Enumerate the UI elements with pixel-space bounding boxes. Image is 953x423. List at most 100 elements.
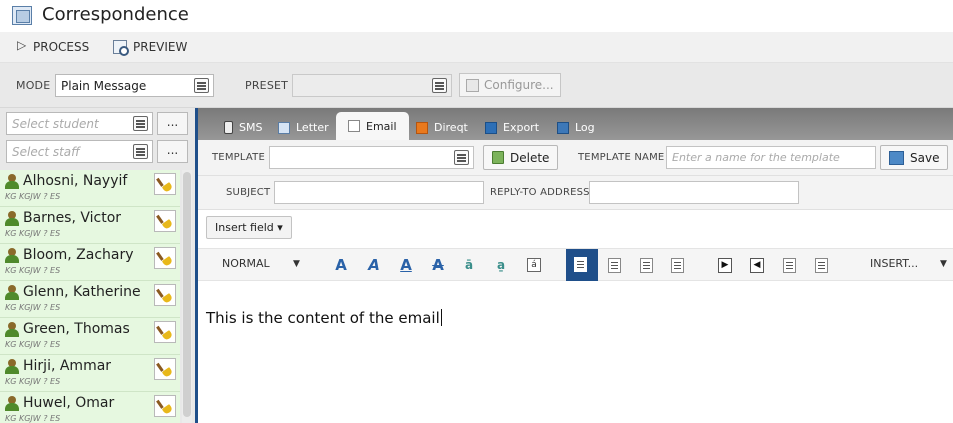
student-search-input[interactable]: Select student (6, 112, 153, 135)
insert-menu-select[interactable]: INSERT... (870, 257, 918, 270)
tab-letter[interactable]: Letter (272, 115, 335, 140)
staff-search-input[interactable]: Select staff (6, 140, 153, 163)
student-details: KG KGJW ? ES (5, 229, 61, 238)
student-search-placeholder: Select student (12, 117, 99, 131)
tab-label: SMS (239, 121, 263, 134)
paragraph-format-select[interactable]: NORMAL (222, 257, 270, 270)
student-row[interactable]: Hirji, Ammar KG KGJW ? ES (0, 355, 180, 392)
bulleted-list-icon[interactable] (783, 258, 796, 273)
delete-template-button[interactable]: Delete (483, 145, 559, 170)
student-name: Green, Thomas (23, 321, 130, 337)
remove-student-button[interactable] (154, 210, 176, 232)
trash-icon (492, 151, 504, 164)
preview-label: PREVIEW (133, 40, 188, 54)
student-row[interactable]: Alhosni, Nayyif KG KGJW ? ES (0, 170, 180, 207)
email-content: This is the content of the email (206, 309, 440, 327)
italic-icon[interactable]: A (365, 257, 383, 274)
phone-icon (224, 121, 233, 134)
template-row: TEMPLATE Delete TEMPLATE NAME Enter a na… (198, 140, 953, 176)
student-list: Alhosni, Nayyif KG KGJW ? ES Barnes, Vic… (0, 170, 180, 423)
preset-select[interactable] (292, 74, 452, 97)
tab-log[interactable]: Log (551, 115, 601, 140)
student-row[interactable]: Bloom, Zachary KG KGJW ? ES (0, 244, 180, 281)
remove-student-button[interactable] (154, 395, 176, 417)
superscript-icon[interactable]: ā (460, 257, 478, 274)
student-details: KG KGJW ? ES (5, 266, 61, 275)
student-row[interactable]: Barnes, Victor KG KGJW ? ES (0, 207, 180, 244)
email-body-editor[interactable]: This is the content of the email (198, 282, 953, 423)
mode-select[interactable]: Plain Message (55, 74, 214, 97)
strikethrough-icon[interactable]: A (429, 257, 447, 274)
chevron-down-icon[interactable]: ▼ (940, 259, 947, 269)
format-toolbar: NORMAL ▼ A A A A ā a̱ á ▶ ◀ INSERT... ▼ (198, 248, 953, 281)
tab-sms[interactable]: SMS (218, 115, 268, 140)
subject-input[interactable] (274, 181, 484, 204)
student-name: Barnes, Victor (23, 210, 122, 226)
log-icon (557, 121, 569, 134)
student-name: Bloom, Zachary (23, 247, 134, 263)
save-icon (889, 150, 904, 165)
action-toolbar: PROCESS PREVIEW (0, 32, 953, 63)
broom-icon (159, 177, 172, 192)
special-char-icon[interactable]: á (527, 258, 541, 272)
remove-student-button[interactable] (154, 247, 176, 269)
email-icon (348, 120, 360, 132)
student-list-scrollbar[interactable] (182, 170, 192, 423)
preview-button[interactable]: PREVIEW (113, 40, 188, 56)
numbered-list-icon[interactable] (815, 258, 828, 273)
align-right-icon[interactable] (640, 258, 653, 273)
staff-browse-button[interactable]: ... (157, 140, 188, 163)
scrollbar-thumb[interactable] (183, 172, 191, 417)
mode-label: MODE (16, 79, 51, 92)
person-icon (5, 285, 19, 300)
template-name-input[interactable]: Enter a name for the template (666, 146, 876, 169)
reply-to-input[interactable] (589, 181, 799, 204)
tab-email[interactable]: Email (336, 112, 409, 140)
recipient-panel: Select student ... Select staff ... Alho… (0, 108, 195, 423)
template-name-label: TEMPLATE NAME (578, 152, 665, 163)
template-select[interactable] (269, 146, 474, 169)
tab-direqt[interactable]: Direqt (410, 115, 474, 140)
bold-icon[interactable]: A (332, 257, 350, 274)
indent-icon[interactable]: ▶ (718, 258, 732, 273)
process-button[interactable]: PROCESS (17, 38, 89, 54)
save-label: Save (910, 150, 940, 165)
student-details: KG KGJW ? ES (5, 377, 61, 386)
configure-label: Configure... (484, 78, 554, 92)
email-editor-panel: SMS Letter Email Direqt Export Log TEMPL… (198, 108, 953, 423)
person-icon (5, 211, 19, 226)
tab-label: Direqt (434, 121, 468, 134)
page-title: Correspondence (42, 4, 189, 25)
align-left-button[interactable] (566, 249, 598, 281)
tab-label: Export (503, 121, 540, 134)
direqt-icon (416, 121, 428, 134)
remove-student-button[interactable] (154, 321, 176, 343)
student-row[interactable]: Glenn, Katherine KG KGJW ? ES (0, 281, 180, 318)
save-template-button[interactable]: Save (880, 145, 949, 170)
configure-button[interactable]: Configure... (459, 73, 561, 97)
person-icon (5, 359, 19, 374)
preview-icon (113, 40, 129, 56)
remove-student-button[interactable] (154, 358, 176, 380)
list-icon (133, 116, 148, 131)
student-row[interactable]: Huwel, Omar KG KGJW ? ES (0, 392, 180, 423)
person-icon (5, 396, 19, 411)
subscript-icon[interactable]: a̱ (492, 257, 510, 274)
underline-icon[interactable]: A (397, 257, 415, 274)
remove-student-button[interactable] (154, 284, 176, 306)
chevron-down-icon[interactable]: ▼ (293, 259, 300, 269)
student-name: Hirji, Ammar (23, 358, 112, 374)
align-center-icon[interactable] (608, 258, 621, 273)
remove-student-button[interactable] (154, 173, 176, 195)
student-row[interactable]: Green, Thomas KG KGJW ? ES (0, 318, 180, 355)
letter-icon (278, 121, 290, 134)
configure-icon (466, 78, 479, 92)
broom-icon (159, 288, 172, 303)
student-details: KG KGJW ? ES (5, 414, 61, 423)
mode-select-value: Plain Message (61, 79, 147, 93)
outdent-icon[interactable]: ◀ (750, 258, 764, 273)
insert-field-button[interactable]: Insert field ▾ (206, 216, 292, 239)
student-browse-button[interactable]: ... (157, 112, 188, 135)
tab-export[interactable]: Export (479, 115, 545, 140)
align-justify-icon[interactable] (671, 258, 684, 273)
